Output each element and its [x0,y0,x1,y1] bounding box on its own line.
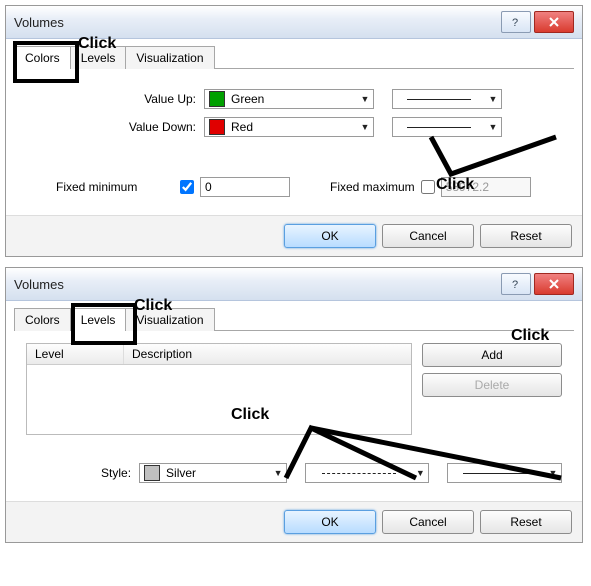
value-up-line-select[interactable]: ▼ [392,89,502,109]
swatch-red [209,119,225,135]
delete-button[interactable]: Delete [422,373,562,397]
tab-colors[interactable]: Colors [14,308,71,331]
add-button[interactable]: Add [422,343,562,367]
tab-visualization[interactable]: Visualization [125,46,214,69]
chevron-down-icon: ▼ [485,122,501,132]
cancel-button[interactable]: Cancel [382,224,474,248]
value-down-color-select[interactable]: Red ▼ [204,117,374,137]
close-button[interactable] [534,11,574,33]
volumes-dialog-levels: Volumes ? Click Click Colors Levels Visu… [5,267,583,543]
value-down-label: Value Down: [26,120,204,134]
ok-button[interactable]: OK [284,510,376,534]
help-button[interactable]: ? [501,11,531,33]
fixed-max-checkbox[interactable] [421,180,435,194]
window-title: Volumes [14,15,498,30]
fixed-min-input[interactable] [200,177,290,197]
window-title: Volumes [14,277,498,292]
chevron-down-icon: ▼ [545,468,561,478]
fixed-min-label: Fixed minimum [56,180,174,194]
col-description: Description [124,344,200,364]
svg-text:?: ? [512,279,518,289]
chevron-down-icon: ▼ [357,94,373,104]
value-up-label: Value Up: [26,92,204,106]
chevron-down-icon: ▼ [270,468,286,478]
tab-strip: Colors Levels Visualization [6,39,582,68]
reset-button[interactable]: Reset [480,224,572,248]
fixed-max-label: Fixed maximum [330,180,415,194]
style-pattern-select[interactable]: ▼ [305,463,429,483]
tab-colors[interactable]: Colors [14,46,71,69]
help-button[interactable]: ? [501,273,531,295]
reset-button[interactable]: Reset [480,510,572,534]
style-label: Style: [26,466,139,480]
svg-text:?: ? [512,17,518,27]
fixed-min-checkbox[interactable] [180,180,194,194]
tab-visualization[interactable]: Visualization [125,308,214,331]
titlebar[interactable]: Volumes ? [6,6,582,39]
tab-strip: Colors Levels Visualization [6,301,582,330]
chevron-down-icon: ▼ [357,122,373,132]
titlebar[interactable]: Volumes ? [6,268,582,301]
cancel-button[interactable]: Cancel [382,510,474,534]
close-button[interactable] [534,273,574,295]
fixed-max-input[interactable] [441,177,531,197]
volumes-dialog-colors: Volumes ? Click Colors Levels Visualizat… [5,5,583,257]
chevron-down-icon: ▼ [485,94,501,104]
tab-levels[interactable]: Levels [70,46,127,69]
col-level: Level [27,344,124,364]
value-up-color-select[interactable]: Green ▼ [204,89,374,109]
style-width-select[interactable]: ▼ [447,463,562,483]
style-color-select[interactable]: Silver ▼ [139,463,287,483]
value-down-line-select[interactable]: ▼ [392,117,502,137]
swatch-silver [144,465,160,481]
swatch-green [209,91,225,107]
levels-table[interactable]: Level Description [26,343,412,435]
chevron-down-icon: ▼ [412,468,428,478]
ok-button[interactable]: OK [284,224,376,248]
tab-levels[interactable]: Levels [70,308,127,331]
